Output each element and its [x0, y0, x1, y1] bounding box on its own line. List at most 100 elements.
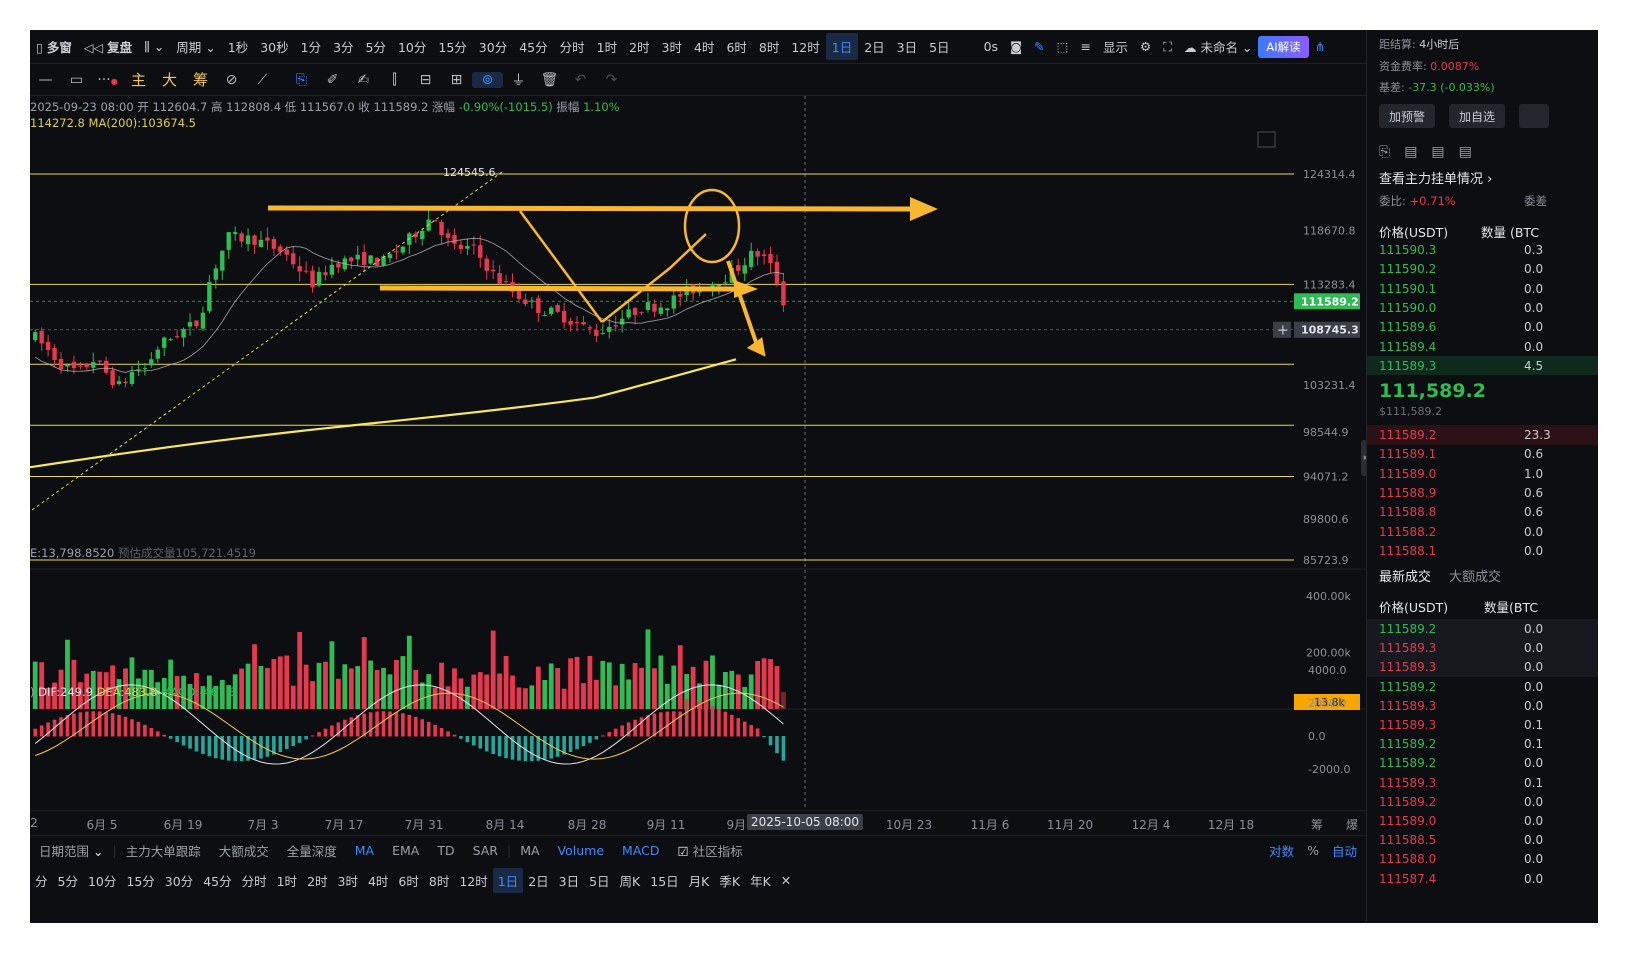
list-icon[interactable]: ≡	[1074, 39, 1096, 54]
trades-tab-latest[interactable]: 最新成交	[1379, 566, 1431, 585]
measure-icon[interactable]: ⟋	[247, 72, 278, 88]
bottom-period-8[interactable]: 2时	[302, 871, 332, 890]
period-1h[interactable]: 1时	[591, 37, 623, 56]
redo-icon[interactable]: ↷	[596, 72, 627, 88]
bottom-period-14[interactable]: 1日	[492, 867, 524, 893]
bottom-period-0[interactable]: 分	[30, 871, 53, 890]
frame-icon[interactable]: ⬚	[1051, 39, 1075, 54]
bid-row[interactable]: 111590.3 0.3	[1367, 240, 1598, 260]
note-icon[interactable]: ⊞	[441, 72, 472, 88]
bid-row[interactable]: 111589.3 4.5	[1367, 355, 1598, 376]
bottom-period-20[interactable]: 月K	[684, 871, 715, 890]
trade-row[interactable]: 111589.2 0.0	[1367, 619, 1598, 639]
bottom-period-19[interactable]: 15日	[645, 871, 683, 890]
trash-icon[interactable]: 🗑	[534, 72, 565, 88]
trade-row[interactable]: 111589.0 0.0	[1367, 811, 1598, 831]
full-depth[interactable]: 全量深度	[278, 841, 346, 860]
bottom-period-12[interactable]: 8时	[424, 871, 454, 890]
trade-row[interactable]: 111589.3 0.0	[1367, 638, 1598, 658]
more-button[interactable]	[1519, 104, 1549, 128]
large-trades[interactable]: 大额成交	[210, 841, 278, 860]
trade-row[interactable]: 111588.0 0.0	[1367, 849, 1598, 869]
bottom-period-22[interactable]: 年K	[745, 871, 776, 890]
bottom-period-10[interactable]: 4时	[363, 871, 393, 890]
bottom-period-23[interactable]: ✕	[776, 873, 796, 888]
period-3d[interactable]: 3日	[891, 37, 923, 56]
trade-row[interactable]: 111589.3 0.1	[1367, 773, 1598, 793]
orderbook-view-icons[interactable]: ⎘▤▤▤	[1379, 144, 1486, 160]
period-12h[interactable]: 12时	[785, 37, 825, 56]
ask-row[interactable]: 111588.9 0.6	[1367, 483, 1598, 503]
trade-row[interactable]: 111589.2 0.0	[1367, 753, 1598, 773]
period-3h[interactable]: 3时	[656, 37, 688, 56]
big-order-toggle[interactable]: 大	[154, 69, 185, 90]
bottom-period-1[interactable]: 5分	[53, 871, 83, 890]
bid-row[interactable]: 111590.1 0.0	[1367, 279, 1598, 299]
bottom-period-2[interactable]: 10分	[83, 871, 121, 890]
magnet-link-icon[interactable]: ⊚	[472, 71, 503, 88]
period-1s[interactable]: 1秒	[222, 37, 254, 56]
chart-type-icon[interactable]: ⫼ ⌄	[138, 39, 170, 55]
bottom-period-16[interactable]: 3日	[554, 871, 584, 890]
bottom-period-18[interactable]: 周K	[615, 871, 646, 890]
main-force-tracking[interactable]: 主力大单跟踪	[117, 841, 210, 860]
bottom-period-17[interactable]: 5日	[584, 871, 614, 890]
period-5d[interactable]: 5日	[923, 37, 955, 56]
period-45m[interactable]: 45分	[513, 37, 553, 56]
period-30s[interactable]: 30秒	[254, 37, 294, 56]
display-button[interactable]: 显示	[1097, 37, 1134, 56]
candle-tool-icon[interactable]: ⫿	[379, 72, 410, 88]
indicator-ma[interactable]: MA	[346, 843, 383, 858]
date-range-dropdown[interactable]: 日期范围 ⌄	[30, 841, 112, 860]
bid-row[interactable]: 111589.4 0.0	[1367, 337, 1598, 357]
ask-row[interactable]: 111589.2 23.3	[1367, 425, 1598, 445]
trade-row[interactable]: 111588.5 0.0	[1367, 830, 1598, 850]
period-30m[interactable]: 30分	[473, 37, 513, 56]
period-3m[interactable]: 3分	[327, 37, 359, 56]
rect-tool-icon[interactable]: ▭	[61, 72, 92, 88]
multi-window-button[interactable]: ▯ 多窗	[30, 37, 78, 56]
bottom-period-7[interactable]: 1时	[272, 871, 302, 890]
period-2d[interactable]: 2日	[858, 37, 890, 56]
bottom-period-15[interactable]: 2日	[523, 871, 553, 890]
trade-row[interactable]: 111589.2 0.0	[1367, 677, 1598, 697]
bid-row[interactable]: 111590.0 0.0	[1367, 298, 1598, 318]
bottom-period-3[interactable]: 15分	[121, 871, 159, 890]
magnet-icon[interactable]: ⊘	[216, 72, 247, 88]
filter-icon[interactable]: ⏚	[503, 70, 534, 90]
trade-row[interactable]: 111589.3 0.0	[1367, 657, 1598, 677]
camera-icon[interactable]: ◙	[1004, 39, 1028, 54]
bottom-period-13[interactable]: 12时	[454, 871, 492, 890]
chips-toggle[interactable]: 筹	[185, 69, 216, 90]
add-favorite-button[interactable]: 加自选	[1449, 104, 1506, 128]
indicator-ema[interactable]: EMA	[383, 843, 428, 858]
ask-row[interactable]: 111589.0 1.0	[1367, 464, 1598, 484]
more-tools-icon[interactable]: ···●	[92, 72, 123, 88]
period-15m[interactable]: 15分	[432, 37, 472, 56]
percent-toggle[interactable]: %	[1303, 843, 1323, 858]
main-orders-link[interactable]: 查看主力挂单情况 ›	[1379, 168, 1492, 187]
indicator-sar[interactable]: SAR	[464, 843, 507, 858]
ask-row[interactable]: 111588.2 0.0	[1367, 522, 1598, 542]
trade-row[interactable]: 111587.4 0.0	[1367, 869, 1598, 889]
trade-row[interactable]: 111589.2 0.0	[1367, 792, 1598, 812]
period-4h[interactable]: 4时	[688, 37, 720, 56]
indicator-td[interactable]: TD	[428, 843, 463, 858]
sub-indicator-ma[interactable]: MA	[511, 843, 548, 858]
trade-row[interactable]: 111589.3 0.1	[1367, 715, 1598, 735]
add-alert-button[interactable]: 加预警	[1379, 104, 1436, 128]
fullscreen-icon[interactable]: ⛶	[1157, 39, 1178, 55]
log-scale-toggle[interactable]: 对数	[1260, 841, 1303, 860]
bottom-period-9[interactable]: 3时	[333, 871, 363, 890]
ask-row[interactable]: 111589.1 0.6	[1367, 444, 1598, 464]
share-icon[interactable]: ⋔	[1309, 39, 1331, 54]
period-1d[interactable]: 1日	[825, 33, 859, 60]
trade-row[interactable]: 111589.2 0.1	[1367, 734, 1598, 754]
bid-row[interactable]: 111590.2 0.0	[1367, 259, 1598, 279]
settings-gear-icon[interactable]: ⚙	[1134, 39, 1157, 54]
period-1m[interactable]: 1分	[295, 37, 327, 56]
pencil-icon[interactable]: ✐	[317, 72, 348, 88]
community-indicators[interactable]: ☑ 社区指标	[669, 841, 752, 860]
chart-canvas[interactable]: 124314.4 118670.8 113283.4 103231.4 98544.9 9…	[30, 96, 1366, 810]
lock-icon[interactable]: ⊟	[410, 72, 441, 88]
